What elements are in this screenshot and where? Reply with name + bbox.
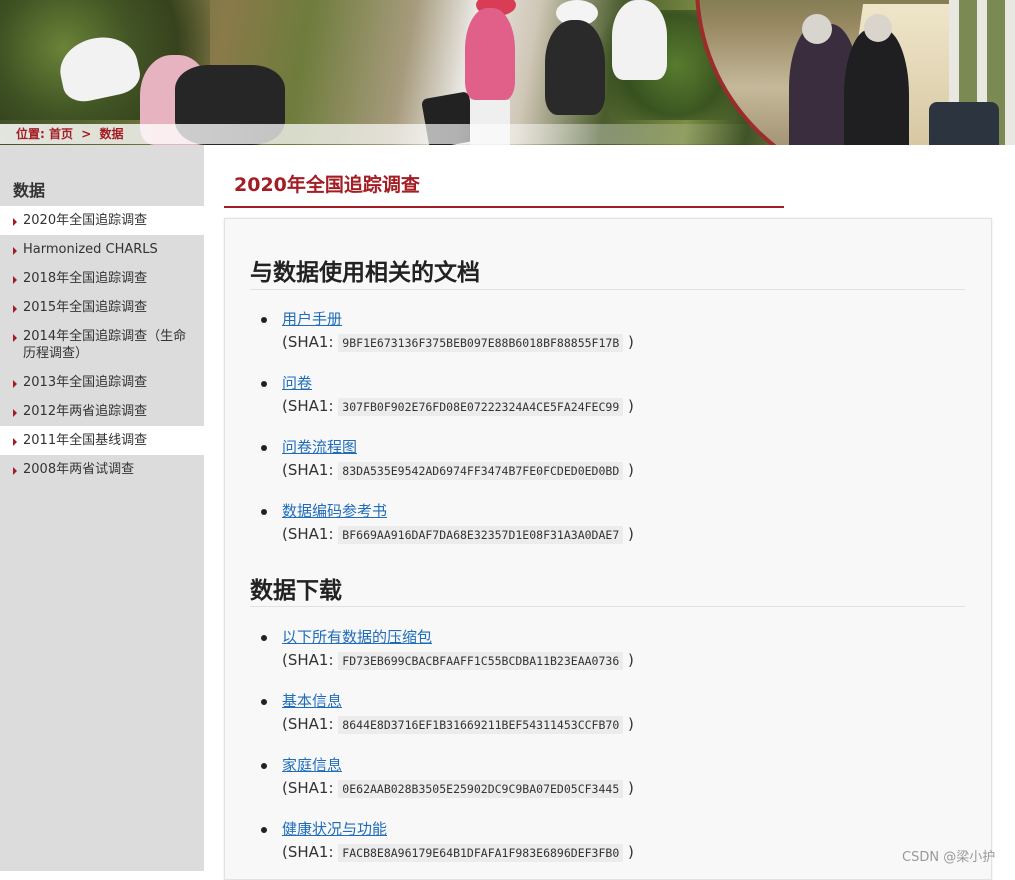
sidebar-item[interactable]: 2018年全国追踪调查 (0, 264, 204, 293)
sha1-suffix: ) (628, 651, 634, 669)
breadcrumb: 位置: 首页 > 数据 (0, 124, 760, 144)
sidebar-item[interactable]: 2013年全国追踪调查 (0, 368, 204, 397)
breadcrumb-separator: > (81, 127, 92, 141)
caret-right-icon (13, 334, 17, 342)
photo-elder-head (864, 14, 892, 42)
sha1-prefix: (SHA1: (282, 651, 334, 669)
watermark: CSDN @梁小护 (902, 850, 996, 865)
sha1-checksum: (SHA1: BF669AA916DAF7DA68E32357D1E08F31A… (282, 525, 634, 544)
sha1-suffix: ) (628, 779, 634, 797)
section-heading: 与数据使用相关的文档 (250, 260, 480, 286)
sha1-prefix: (SHA1: (282, 843, 334, 861)
sidebar-nav: 2020年全国追踪调查 Harmonized CHARLS 2018年全国追踪调查 2… (0, 206, 204, 484)
photo-elder-head (802, 14, 832, 44)
sidebar: 数据 2020年全国追踪调查 Harmonized CHARLS 2018年全国追踪… (0, 145, 204, 871)
bullet-icon (261, 509, 267, 515)
banner-hiker (545, 20, 605, 115)
file-download-link[interactable]: 基本信息 (282, 690, 342, 711)
file-download-link[interactable]: 家庭信息 (282, 754, 342, 775)
file-download-link[interactable]: 数据编码参考书 (282, 500, 387, 521)
bullet-icon (261, 635, 267, 641)
bullet-icon (261, 763, 267, 769)
sidebar-item-label: 2015年全国追踪调查 (23, 300, 148, 315)
breadcrumb-current[interactable]: 数据 (99, 127, 123, 141)
sidebar-item[interactable]: 2011年全国基线调查 (0, 426, 204, 455)
sidebar-item-label: 2008年两省试调查 (23, 462, 135, 477)
sha1-value: 307FB0F902E76FD08E07222324A4CE5FA24FEC99 (338, 398, 624, 416)
sha1-prefix: (SHA1: (282, 779, 334, 797)
sha1-checksum: (SHA1: 9BF1E673136F375BEB097E88B6018BF88… (282, 333, 634, 352)
caret-right-icon (13, 218, 17, 226)
file-download-link[interactable]: 健康状况与功能 (282, 818, 387, 839)
sha1-checksum: (SHA1: 0E62AAB028B3505E25902DC9C9BA07ED0… (282, 779, 634, 798)
sha1-suffix: ) (628, 715, 634, 733)
sidebar-item-label: 2013年全国追踪调查 (23, 375, 148, 390)
caret-right-icon (13, 380, 17, 388)
sha1-value: 83DA535E9542AD6974FF3474B7FE0FCDED0ED0BD (338, 462, 624, 480)
sidebar-item-label: 2020年全国追踪调查 (23, 213, 148, 228)
sidebar-item-label: 2018年全国追踪调查 (23, 271, 148, 286)
sidebar-item[interactable]: Harmonized CHARLS (0, 235, 204, 264)
sha1-checksum: (SHA1: FACB8E8A96179E64B1DFAFA1F983E6896… (282, 843, 634, 862)
banner-hiker (465, 8, 515, 100)
content-panel: 与数据使用相关的文档用户手册 (SHA1: 9BF1E673136F375BEB0… (224, 218, 992, 880)
caret-right-icon (13, 438, 17, 446)
sha1-prefix: (SHA1: (282, 715, 334, 733)
bullet-icon (261, 699, 267, 705)
sha1-value: 0E62AAB028B3505E25902DC9C9BA07ED05CF3445 (338, 780, 624, 798)
banner-hiker (612, 0, 667, 80)
sha1-prefix: (SHA1: (282, 525, 334, 543)
bullet-icon (261, 827, 267, 833)
sidebar-item-label: 2012年两省追踪调查 (23, 404, 148, 419)
sha1-checksum: (SHA1: FD73EB699CBACBFAAFF1C55BCDBA11B23… (282, 651, 634, 670)
sidebar-item[interactable]: 2020年全国追踪调查 (0, 206, 204, 235)
sidebar-item-label: Harmonized CHARLS (23, 242, 158, 257)
section-divider (250, 289, 965, 290)
sha1-prefix: (SHA1: (282, 333, 334, 351)
title-divider (224, 206, 784, 208)
file-download-link[interactable]: 以下所有数据的压缩包 (282, 626, 432, 647)
caret-right-icon (13, 247, 17, 255)
caret-right-icon (13, 467, 17, 475)
sidebar-item[interactable]: 2014年全国追踪调查（生命历程调查） (0, 322, 204, 368)
breadcrumb-prefix: 位置: (16, 127, 45, 141)
breadcrumb-home-link[interactable]: 首页 (49, 127, 73, 141)
sha1-checksum: (SHA1: 83DA535E9542AD6974FF3474B7FE0FCDE… (282, 461, 634, 480)
photo-elder (844, 29, 909, 145)
sha1-value: FACB8E8A96179E64B1DFAFA1F983E6896DEF3FB0 (338, 844, 624, 862)
caret-right-icon (13, 305, 17, 313)
sha1-suffix: ) (628, 525, 634, 543)
sha1-value: 8644E8D3716EF1B31669211BEF54311453CCFB70 (338, 716, 624, 734)
header-banner: 位置: 首页 > 数据 (0, 0, 1015, 145)
sha1-prefix: (SHA1: (282, 461, 334, 479)
file-download-link[interactable]: 用户手册 (282, 308, 342, 329)
sidebar-item-label: 2011年全国基线调查 (23, 433, 148, 448)
caret-right-icon (13, 276, 17, 284)
sha1-suffix: ) (628, 843, 634, 861)
bullet-icon (261, 317, 267, 323)
file-download-link[interactable]: 问卷 (282, 372, 312, 393)
sha1-checksum: (SHA1: 8644E8D3716EF1B31669211BEF5431145… (282, 715, 634, 734)
sidebar-item[interactable]: 2008年两省试调查 (0, 455, 204, 484)
sidebar-item[interactable]: 2015年全国追踪调查 (0, 293, 204, 322)
page-title: 2020年全国追踪调查 (234, 174, 420, 196)
sidebar-item[interactable]: 2012年两省追踪调查 (0, 397, 204, 426)
caret-right-icon (13, 409, 17, 417)
sha1-checksum: (SHA1: 307FB0F902E76FD08E07222324A4CE5FA… (282, 397, 634, 416)
photo-wheelchair (929, 102, 999, 145)
sha1-value: BF669AA916DAF7DA68E32357D1E08F31A3A0DAE7 (338, 526, 624, 544)
file-download-link[interactable]: 问卷流程图 (282, 436, 357, 457)
bullet-icon (261, 381, 267, 387)
sha1-suffix: ) (628, 461, 634, 479)
sha1-value: FD73EB699CBACBFAAFF1C55BCDBA11B23EAA0736 (338, 652, 624, 670)
sidebar-item-label: 2014年全国追踪调查（生命历程调查） (23, 329, 187, 361)
bullet-icon (261, 445, 267, 451)
sha1-suffix: ) (628, 397, 634, 415)
sha1-prefix: (SHA1: (282, 397, 334, 415)
sha1-value: 9BF1E673136F375BEB097E88B6018BF88855F17B (338, 334, 624, 352)
section-heading: 数据下载 (250, 578, 342, 604)
section-divider (250, 606, 965, 607)
sha1-suffix: ) (628, 333, 634, 351)
sidebar-title: 数据 (13, 181, 46, 200)
